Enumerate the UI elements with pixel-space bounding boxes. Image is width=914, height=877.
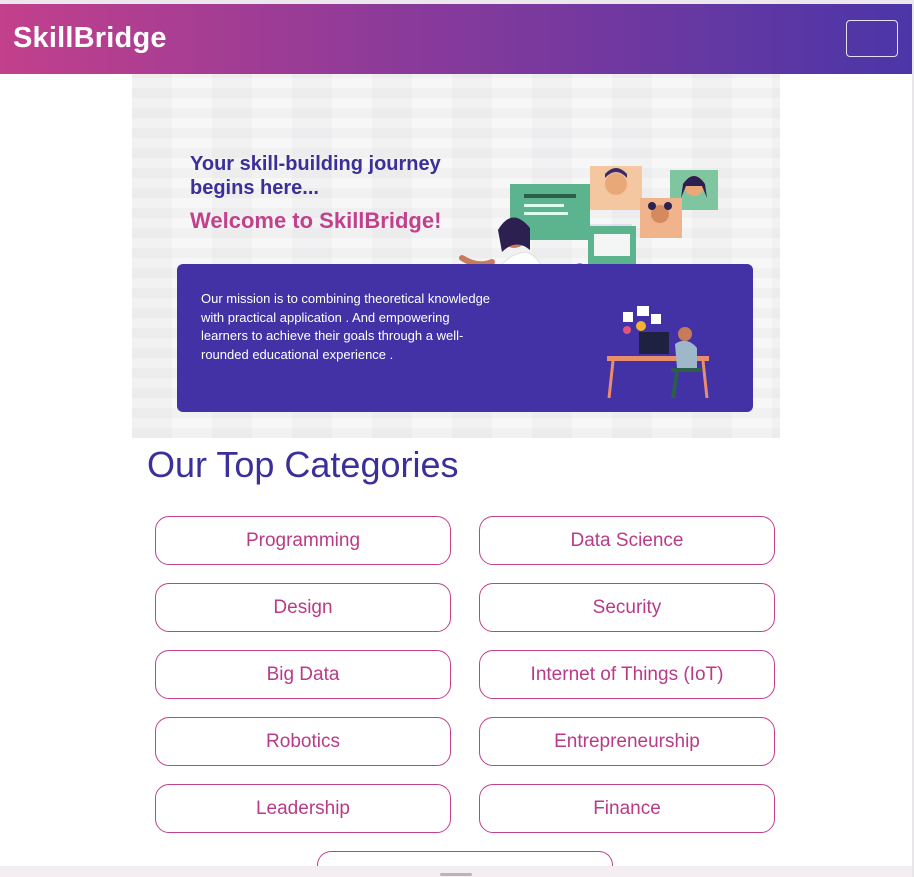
category-button-programming[interactable]: Programming [155,516,451,565]
navbar: SkillBridge [0,4,912,74]
category-button-iot[interactable]: Internet of Things (IoT) [479,650,775,699]
section-title: Our Top Categories [147,444,459,485]
category-button-security[interactable]: Security [479,583,775,632]
mission-panel: Our mission is to combining theoretical … [177,264,753,412]
navbar-toggler-button[interactable] [846,20,898,57]
scroll-handle[interactable] [440,873,472,876]
category-button-big-data[interactable]: Big Data [155,650,451,699]
hero-banner: Your skill-building journey begins here.… [132,74,780,438]
desk-workers-illustration [607,306,709,399]
category-button-leadership[interactable]: Leadership [155,784,451,833]
category-button-partial[interactable] [317,851,613,866]
category-button-entrepreneurship[interactable]: Entrepreneurship [479,717,775,766]
category-button-design[interactable]: Design [155,583,451,632]
category-button-robotics[interactable]: Robotics [155,717,451,766]
category-button-finance[interactable]: Finance [479,784,775,833]
category-button-data-science[interactable]: Data Science [479,516,775,565]
brand-logo[interactable]: SkillBridge [13,22,167,55]
